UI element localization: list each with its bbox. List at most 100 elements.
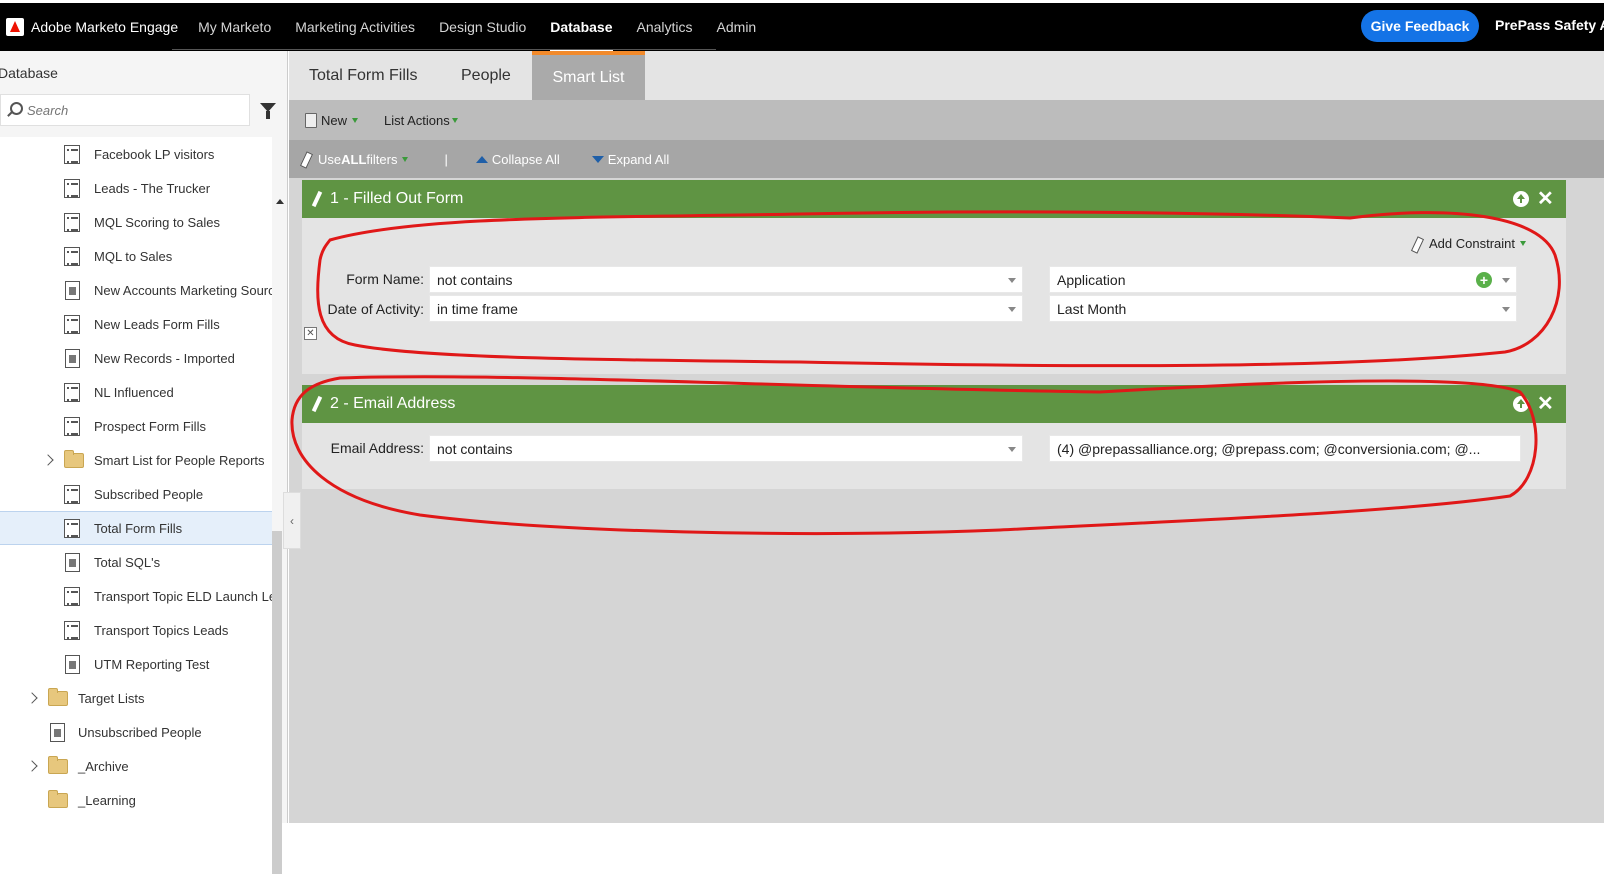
operator-select[interactable]: not contains: [429, 266, 1023, 293]
chevron-down-icon: [1008, 278, 1016, 283]
tree-item[interactable]: New Leads Form Fills: [0, 307, 272, 341]
tree-item[interactable]: Unsubscribed People: [0, 715, 272, 749]
move-up-icon[interactable]: [1513, 191, 1529, 207]
tab-people[interactable]: People: [441, 51, 531, 100]
sidebar-title: Database: [0, 65, 58, 81]
tree-item-label: Subscribed People: [94, 486, 204, 502]
nav-divider: [172, 49, 716, 50]
new-menu-button[interactable]: New: [305, 112, 359, 128]
tree-item[interactable]: Prospect Form Fills: [0, 409, 272, 443]
operator-select[interactable]: in time frame: [429, 295, 1023, 322]
add-constraint-button[interactable]: Add Constraint: [1412, 236, 1526, 251]
list-icon: [64, 178, 80, 198]
tree-item[interactable]: Leads - The Trucker: [0, 171, 272, 205]
tree-item-label: Target Lists: [78, 690, 145, 706]
tree-item-label: _Archive: [78, 758, 129, 774]
tab-smart-list[interactable]: Smart List: [532, 51, 645, 100]
tree-item[interactable]: New Records - Imported: [0, 341, 272, 375]
filter-card-1: 1 - Filled Out Form ✕ Add Constraint For…: [302, 180, 1566, 374]
chevron-right-icon[interactable]: [26, 760, 38, 772]
new-label: New: [321, 112, 348, 128]
adobe-logo-icon: [6, 18, 24, 36]
tree-item-label: New Leads Form Fills: [94, 316, 220, 332]
list-actions-button[interactable]: List Actions: [384, 113, 458, 128]
delete-constraint-icon[interactable]: ✕: [304, 327, 317, 340]
tree-item[interactable]: New Accounts Marketing Sourc: [0, 273, 272, 307]
tree-item-label: NL Influenced: [94, 384, 174, 400]
nav-my-marketo[interactable]: My Marketo: [198, 3, 271, 51]
tree-item-label: Transport Topic ELD Launch Lea: [94, 588, 272, 604]
sidebar: Database Facebook LP visitors Leads - Th…: [0, 51, 288, 874]
nav-admin[interactable]: Admin: [717, 3, 757, 51]
close-icon[interactable]: ✕: [1537, 189, 1554, 209]
tree-item[interactable]: _Learning: [0, 783, 272, 817]
search-input[interactable]: [27, 102, 227, 118]
tree-item[interactable]: _Archive: [0, 749, 272, 783]
list-icon: [64, 314, 80, 334]
value-select[interactable]: Application +: [1049, 266, 1517, 293]
close-icon[interactable]: ✕: [1537, 394, 1554, 414]
expand-all-label: Expand All: [607, 151, 670, 167]
filter-header-2[interactable]: 2 - Email Address ✕: [302, 385, 1566, 423]
filter-icon[interactable]: [260, 103, 276, 119]
nav-database[interactable]: Database: [550, 3, 613, 51]
nav-analytics[interactable]: Analytics: [637, 3, 693, 51]
operator-select[interactable]: not contains: [429, 435, 1023, 462]
tree-item[interactable]: Subscribed People: [0, 477, 272, 511]
nav-design-studio[interactable]: Design Studio: [439, 3, 526, 51]
dropdown-arrow-icon: [402, 156, 409, 162]
value-text: (4) @prepassalliance.org; @prepass.com; …: [1057, 440, 1481, 457]
tree-item[interactable]: Facebook LP visitors: [0, 137, 272, 171]
add-value-icon[interactable]: +: [1476, 272, 1492, 288]
nav-menu: My Marketo Marketing Activities Design S…: [198, 3, 780, 51]
collapse-icon: [475, 155, 488, 163]
tree-item[interactable]: MQL to Sales: [0, 239, 272, 273]
brand[interactable]: Adobe Marketo Engage: [0, 3, 178, 51]
toolbar-filters: Use ALL filters | Collapse All Expand Al…: [289, 140, 1604, 178]
tree-item[interactable]: MQL Scoring to Sales: [0, 205, 272, 239]
tree-item[interactable]: Transport Topic ELD Launch Lea: [0, 579, 272, 613]
account-name[interactable]: PrePass Safety Allia: [1495, 17, 1604, 33]
filter-title: 1 - Filled Out Form: [330, 190, 464, 207]
operator-value: not contains: [437, 271, 513, 288]
nav-marketing-activities[interactable]: Marketing Activities: [295, 3, 415, 51]
document-icon: [65, 654, 80, 674]
give-feedback-button[interactable]: Give Feedback: [1361, 10, 1479, 42]
tree-item-label: Smart List for People Reports: [94, 452, 265, 468]
dropdown-arrow-icon: [1520, 241, 1526, 246]
chevron-down-icon: [1502, 278, 1510, 283]
value-text: Last Month: [1057, 300, 1127, 317]
filter-wand-icon: [1412, 237, 1425, 251]
tree-item[interactable]: Total SQL's: [0, 545, 272, 579]
tree-item[interactable]: UTM Reporting Test: [0, 647, 272, 681]
expand-all-button[interactable]: Expand All: [591, 151, 670, 167]
move-up-icon[interactable]: [1513, 396, 1529, 412]
filter-wand-icon: [312, 191, 324, 207]
add-constraint-label: Add Constraint: [1429, 236, 1515, 251]
use-filters-suffix: filters: [366, 151, 398, 167]
tree-item[interactable]: Smart List for People Reports: [0, 443, 272, 477]
folder-icon: [48, 687, 68, 706]
toolbar-separator: |: [444, 151, 448, 167]
value-select[interactable]: Last Month: [1049, 295, 1517, 322]
collapse-all-button[interactable]: Collapse All: [475, 152, 560, 167]
filter-header-1[interactable]: 1 - Filled Out Form ✕: [302, 180, 1566, 218]
list-icon: [64, 518, 80, 538]
chevron-right-icon[interactable]: [26, 692, 38, 704]
tree-item[interactable]: Transport Topics Leads: [0, 613, 272, 647]
document-icon: [50, 722, 65, 742]
expand-icon: [591, 155, 604, 163]
use-filters-button[interactable]: Use ALL filters: [301, 151, 409, 167]
collapse-sidebar-handle[interactable]: ‹: [283, 492, 301, 549]
list-icon: [64, 620, 80, 640]
tab-total-form-fills[interactable]: Total Form Fills: [289, 51, 437, 100]
document-icon: [65, 348, 80, 368]
chevron-right-icon[interactable]: [42, 454, 54, 466]
chevron-down-icon: [1502, 307, 1510, 312]
tree-item[interactable]: Target Lists: [0, 681, 272, 715]
scroll-up-icon[interactable]: [276, 199, 284, 204]
value-select[interactable]: (4) @prepassalliance.org; @prepass.com; …: [1049, 435, 1521, 462]
tree-item[interactable]: NL Influenced: [0, 375, 272, 409]
document-icon: [65, 552, 80, 572]
tree-item-selected[interactable]: Total Form Fills: [0, 511, 272, 545]
